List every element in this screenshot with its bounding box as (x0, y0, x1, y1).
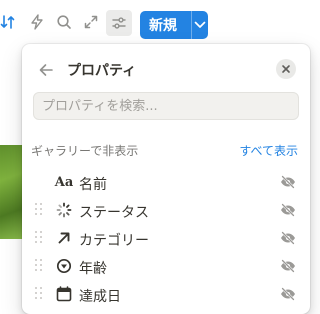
expand-icon[interactable] (81, 12, 101, 32)
search-icon[interactable] (54, 12, 74, 32)
chevron-down-icon[interactable] (192, 21, 208, 29)
database-toolbar: 新規 (0, 0, 304, 44)
eye-off-icon[interactable] (279, 286, 297, 302)
new-button[interactable]: 新規 (140, 11, 208, 39)
show-all-link[interactable]: すべて表示 (239, 142, 298, 159)
back-arrow-icon[interactable] (36, 60, 56, 80)
drag-handle-icon[interactable] (35, 287, 43, 301)
drag-handle-icon[interactable] (35, 203, 43, 217)
property-row-age[interactable]: 年齢 (22, 252, 310, 280)
property-label: 達成日 (79, 289, 121, 305)
close-icon[interactable] (276, 59, 296, 79)
property-row-date[interactable]: 達成日 (22, 280, 310, 308)
property-search-input[interactable] (34, 93, 298, 119)
property-search-field[interactable] (33, 92, 299, 120)
property-row-status[interactable]: ステータス (22, 196, 310, 224)
panel-title: プロパティ (67, 63, 137, 79)
eye-off-icon[interactable] (279, 174, 297, 190)
settings-sliders-icon[interactable] (106, 10, 132, 36)
drag-handle-icon[interactable] (35, 231, 43, 245)
calendar-icon (55, 285, 73, 303)
drag-handle-icon[interactable] (35, 259, 43, 273)
eye-off-icon[interactable] (279, 258, 297, 274)
eye-off-icon[interactable] (279, 202, 297, 218)
new-button-label[interactable]: 新規 (140, 15, 191, 35)
select-circle-icon (55, 257, 73, 275)
property-row-category[interactable]: カテゴリー (22, 224, 310, 252)
arrow-up-right-icon (55, 229, 73, 247)
text-aa-icon: Aa (54, 174, 74, 190)
property-row-name[interactable]: Aa 名前 (22, 168, 310, 196)
automation-bolt-icon[interactable] (27, 12, 47, 32)
properties-panel: プロパティ ギャラリーで非表示 すべて表示 Aa 名前 ステータス カテゴリー (22, 44, 310, 314)
eye-off-icon[interactable] (279, 230, 297, 246)
gallery-card-image (0, 145, 24, 239)
property-label: 年齢 (79, 261, 107, 277)
sort-icon[interactable] (0, 12, 18, 32)
status-loader-icon (55, 201, 73, 219)
hidden-section-label: ギャラリーで非表示 (31, 144, 139, 158)
property-label: カテゴリー (79, 233, 149, 249)
property-label: 名前 (79, 177, 107, 193)
property-label: ステータス (79, 205, 149, 221)
